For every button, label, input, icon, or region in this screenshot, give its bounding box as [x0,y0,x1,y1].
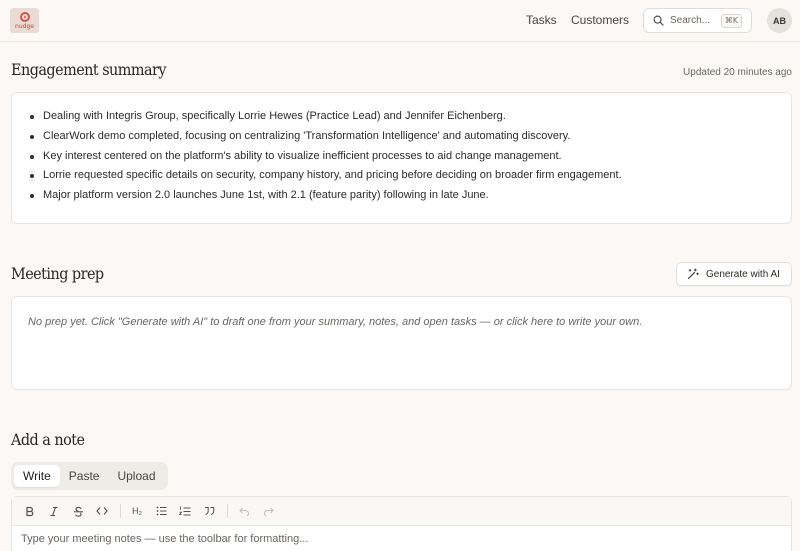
summary-list: Dealing with Integris Group, specificall… [12,93,791,206]
editor-toolbar: H₂ [12,497,791,526]
redo-button[interactable] [257,500,279,522]
quote-icon [204,507,214,515]
numbered-list-button[interactable] [174,500,196,522]
search-label: Search... [670,15,711,26]
strikethrough-icon [73,506,83,517]
italic-icon [50,506,58,516]
code-button[interactable] [91,500,113,522]
italic-button[interactable] [43,500,65,522]
summary-bullet: Major platform version 2.0 launches June… [30,186,791,206]
undo-button[interactable] [233,500,255,522]
heading-button[interactable]: H₂ [126,500,148,522]
updated-timestamp: Updated 20 minutes ago [683,67,792,78]
bullet-list-icon [156,506,166,516]
generate-with-ai-label: Generate with AI [706,268,780,280]
tab-write[interactable]: Write [14,465,60,487]
strikethrough-button[interactable] [67,500,89,522]
redo-icon [263,507,274,516]
numbered-list-icon [179,506,191,515]
summary-bullet: Lorrie requested specific details on sec… [30,166,791,186]
nav-tasks[interactable]: Tasks [526,13,557,27]
logo-text: nudge [15,23,34,30]
toolbar-divider [120,504,121,518]
search-icon [653,15,664,26]
magic-wand-icon [687,268,699,280]
summary-bullet: ClearWork demo completed, focusing on ce… [30,127,791,147]
code-icon [96,507,108,515]
meeting-prep-title: Meeting prep [11,264,104,283]
engagement-summary-title: Engagement summary [11,60,167,79]
bold-icon [26,506,34,516]
note-mode-tabs: Write Paste Upload [11,462,168,490]
user-avatar[interactable]: AB [767,8,792,33]
tab-upload[interactable]: Upload [108,465,164,487]
quote-button[interactable] [198,500,220,522]
note-editor: H₂ [11,496,792,551]
generate-with-ai-button[interactable]: Generate with AI [676,262,792,286]
summary-bullet: Dealing with Integris Group, specificall… [30,107,791,127]
top-bar: nudge Tasks Customers Search... ⌘K AB [0,0,800,42]
note-editor-input[interactable] [21,533,781,545]
nav-customers[interactable]: Customers [571,13,629,27]
bold-button[interactable] [19,500,41,522]
meeting-prep-card[interactable]: No prep yet. Click "Generate with AI" to… [11,296,792,390]
undo-icon [238,507,249,516]
nudge-logo[interactable]: nudge [10,8,39,33]
meeting-prep-placeholder[interactable]: No prep yet. Click "Generate with AI" to… [28,316,642,328]
heading-icon: H₂ [132,506,142,516]
bullet-list-button[interactable] [150,500,172,522]
summary-bullet: Key interest centered on the platform's … [30,147,791,167]
search-button[interactable]: Search... ⌘K [643,8,752,33]
engagement-summary-card: Dealing with Integris Group, specificall… [11,92,792,224]
tab-paste[interactable]: Paste [60,465,109,487]
add-note-title: Add a note [11,430,85,449]
toolbar-divider [227,504,228,518]
search-shortcut-badge: ⌘K [720,14,742,28]
logo-mark-icon [19,12,30,22]
